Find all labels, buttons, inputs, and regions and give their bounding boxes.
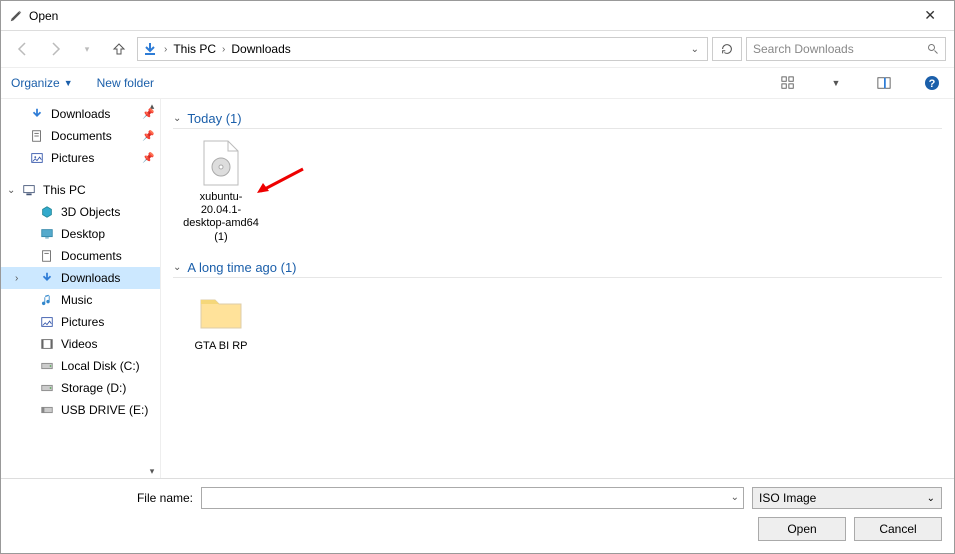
sidebar-item-music[interactable]: Music xyxy=(1,289,160,311)
pin-icon: 📌 xyxy=(142,131,152,142)
chevron-right-icon: › xyxy=(15,273,18,284)
iso-file-icon xyxy=(197,139,245,187)
chevron-down-icon: ⌄ xyxy=(7,185,15,196)
sidebar-item-storage-d[interactable]: Storage (D:) xyxy=(1,377,160,399)
cancel-button[interactable]: Cancel xyxy=(854,517,942,541)
computer-icon xyxy=(21,182,37,198)
chevron-down-icon[interactable]: ⌄ xyxy=(691,44,703,55)
dialog-body: ▴ Downloads 📌 Documents 📌 Pictures 📌 ⌄ T… xyxy=(1,99,954,478)
filename-label: File name: xyxy=(13,491,193,505)
music-icon xyxy=(39,292,55,308)
organize-button[interactable]: Organize ▼ xyxy=(11,76,73,90)
scroll-down-icon[interactable]: ▾ xyxy=(145,464,159,478)
navigation-pane: ▴ Downloads 📌 Documents 📌 Pictures 📌 ⌄ T… xyxy=(1,99,161,478)
back-button[interactable] xyxy=(9,37,37,61)
usb-icon xyxy=(39,402,55,418)
refresh-button[interactable] xyxy=(712,37,742,61)
chevron-right-icon: › xyxy=(220,44,227,55)
navigation-bar: ▾ › This PC › Downloads ⌄ xyxy=(1,31,954,67)
up-button[interactable] xyxy=(105,37,133,61)
disk-icon xyxy=(39,380,55,396)
chevron-right-icon: › xyxy=(162,44,169,55)
chevron-down-icon: ▼ xyxy=(64,78,73,88)
disk-icon xyxy=(39,358,55,374)
sidebar-item-usbdrive-e[interactable]: USB DRIVE (E:) xyxy=(1,399,160,421)
chevron-down-icon: ⌄ xyxy=(173,262,181,273)
file-label: GTA BI RP xyxy=(181,340,261,353)
videos-icon xyxy=(39,336,55,352)
recent-dropdown[interactable]: ▾ xyxy=(73,37,101,61)
filetype-select[interactable]: ISO Image ⌄ xyxy=(752,487,942,509)
desktop-icon xyxy=(39,226,55,242)
download-icon xyxy=(39,270,55,286)
svg-text:?: ? xyxy=(929,78,936,90)
cube-icon xyxy=(39,204,55,220)
search-box[interactable] xyxy=(746,37,946,61)
sidebar-item-pictures[interactable]: Pictures xyxy=(1,311,160,333)
sidebar-item-videos[interactable]: Videos xyxy=(1,333,160,355)
sidebar-item-desktop[interactable]: Desktop xyxy=(1,223,160,245)
sidebar-item-localdisk-c[interactable]: Local Disk (C:) xyxy=(1,355,160,377)
help-button[interactable]: ? xyxy=(920,72,944,94)
new-folder-button[interactable]: New folder xyxy=(97,76,154,90)
sidebar-item-downloads[interactable]: › Downloads xyxy=(1,267,160,289)
sidebar-item-thispc[interactable]: ⌄ This PC xyxy=(1,179,160,201)
file-item[interactable]: xubuntu-20.04.1-desktop-amd64 (1) xyxy=(181,139,261,244)
breadcrumb-current[interactable]: Downloads xyxy=(231,42,290,56)
window-title: Open xyxy=(29,9,914,23)
download-icon xyxy=(29,106,45,122)
sidebar-item-downloads[interactable]: Downloads 📌 xyxy=(1,103,160,125)
chevron-down-icon: ⌄ xyxy=(173,113,181,124)
brush-icon xyxy=(9,9,23,23)
toolbar: Organize ▼ New folder ▼ ? xyxy=(1,67,954,99)
file-label: xubuntu-20.04.1-desktop-amd64 (1) xyxy=(181,191,261,244)
open-button[interactable]: Open xyxy=(758,517,846,541)
chevron-down-icon[interactable]: ⌄ xyxy=(731,492,739,503)
sidebar-item-3dobjects[interactable]: 3D Objects xyxy=(1,201,160,223)
pin-icon: 📌 xyxy=(142,109,152,120)
forward-button[interactable] xyxy=(41,37,69,61)
sidebar-item-pictures[interactable]: Pictures 📌 xyxy=(1,147,160,169)
document-icon xyxy=(39,248,55,264)
sidebar-item-documents[interactable]: Documents 📌 xyxy=(1,125,160,147)
download-arrow-icon xyxy=(142,41,158,57)
window-titlebar: Open ✕ xyxy=(1,1,954,31)
sidebar-item-documents[interactable]: Documents xyxy=(1,245,160,267)
search-icon xyxy=(927,43,939,55)
pin-icon: 📌 xyxy=(142,153,152,164)
breadcrumb[interactable]: › This PC › Downloads ⌄ xyxy=(137,37,708,61)
file-list-pane: ⌄ Today (1) xubuntu-20.04.1-desktop-amd6… xyxy=(161,99,954,478)
pictures-icon xyxy=(39,314,55,330)
document-icon xyxy=(29,128,45,144)
group-header-longtimeago[interactable]: ⌄ A long time ago (1) xyxy=(173,260,942,278)
folder-icon xyxy=(197,288,245,336)
close-button[interactable]: ✕ xyxy=(914,5,946,26)
search-input[interactable] xyxy=(753,42,927,56)
view-options-button[interactable] xyxy=(776,72,800,94)
red-arrow-annotation xyxy=(255,167,305,197)
group-header-today[interactable]: ⌄ Today (1) xyxy=(173,111,942,129)
breadcrumb-root[interactable]: This PC xyxy=(173,42,216,56)
filename-input[interactable]: ⌄ xyxy=(201,487,744,509)
file-item[interactable]: GTA BI RP xyxy=(181,288,261,353)
chevron-down-icon: ⌄ xyxy=(927,493,935,504)
preview-pane-button[interactable] xyxy=(872,72,896,94)
pictures-icon xyxy=(29,150,45,166)
dialog-footer: File name: ⌄ ISO Image ⌄ Open Cancel xyxy=(1,478,954,553)
view-dropdown[interactable]: ▼ xyxy=(824,72,848,94)
